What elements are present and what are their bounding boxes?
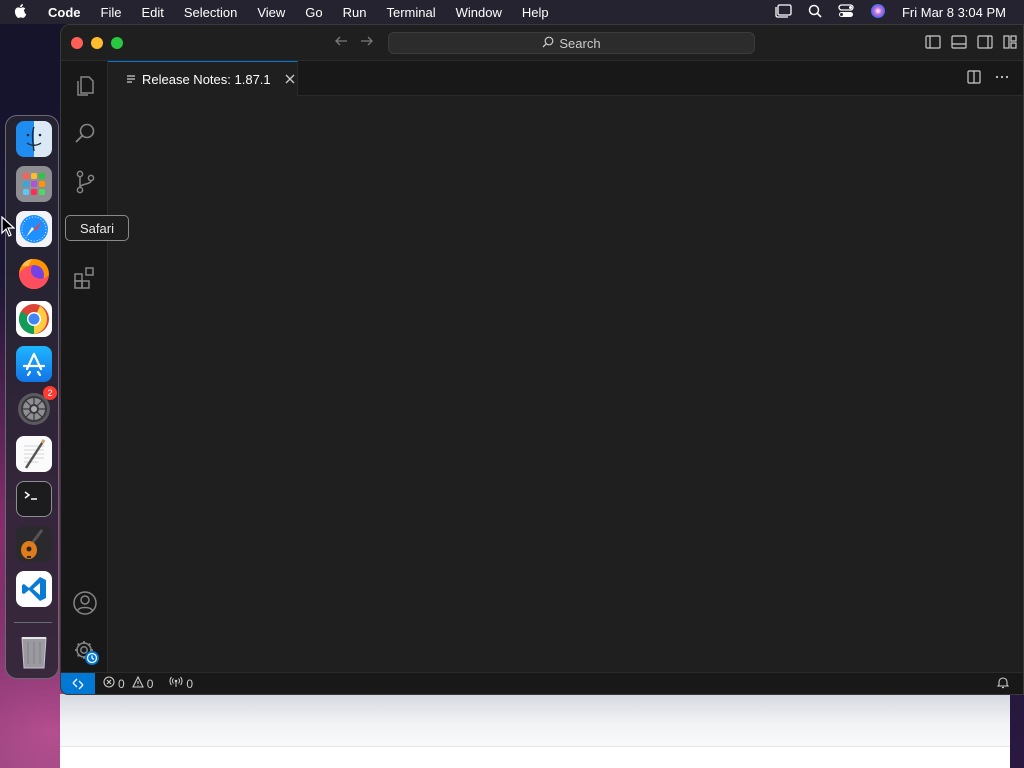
siri-icon[interactable] (870, 3, 886, 22)
dock-textedit-icon[interactable] (16, 436, 52, 472)
preview-file-icon (126, 72, 136, 87)
source-control-icon[interactable] (72, 169, 98, 195)
stage-manager-icon[interactable] (774, 3, 792, 21)
dock-finder-icon[interactable] (16, 121, 52, 157)
menu-window[interactable]: Window (446, 0, 512, 24)
search-view-icon[interactable] (72, 121, 98, 147)
warning-icon (131, 675, 144, 691)
dock-terminal-icon[interactable] (16, 481, 52, 517)
dock-garageband-icon[interactable] (16, 526, 52, 562)
error-icon (103, 676, 115, 691)
menu-bar: Code File Edit Selection View Go Run Ter… (0, 0, 1024, 24)
menu-go[interactable]: Go (295, 0, 332, 24)
go-forward-icon[interactable] (359, 33, 375, 54)
editor-actions (967, 70, 1009, 87)
menu-edit[interactable]: Edit (131, 0, 173, 24)
dock-launchpad-icon[interactable] (16, 166, 52, 202)
toggle-primary-sidebar-icon[interactable] (925, 35, 941, 49)
ports-indicator[interactable]: 0 (169, 676, 193, 691)
manage-gear-icon[interactable] (72, 638, 99, 665)
error-count: 0 (118, 676, 125, 691)
broadcast-icon (169, 676, 183, 691)
dock-safari-icon[interactable] (16, 211, 52, 247)
notifications-bell-icon[interactable] (996, 676, 1010, 692)
dock-app-store-icon[interactable] (16, 346, 52, 382)
title-bar: Search (61, 25, 1023, 61)
editor-area: Release Notes: 1.87.1 (108, 61, 1023, 672)
dock: 2 (5, 115, 59, 679)
menu-terminal[interactable]: Terminal (377, 0, 446, 24)
dock-trash-icon[interactable] (16, 634, 52, 670)
split-editor-icon[interactable] (967, 70, 981, 87)
menu-file[interactable]: File (91, 0, 132, 24)
menu-selection[interactable]: Selection (174, 0, 247, 24)
close-window-button[interactable] (71, 37, 83, 49)
zoom-window-button[interactable] (111, 37, 123, 49)
dock-system-settings-icon[interactable]: 2 (16, 386, 57, 427)
go-back-icon[interactable] (333, 33, 349, 54)
dock-firefox-icon[interactable] (16, 256, 52, 292)
menu-bar-extras: Fri Mar 8 3:04 PM (774, 3, 1024, 22)
menu-bar-clock[interactable]: Fri Mar 8 3:04 PM (902, 5, 1006, 20)
menu-run[interactable]: Run (333, 0, 377, 24)
settings-notification-badge: 2 (43, 386, 57, 400)
accounts-icon[interactable] (72, 590, 98, 616)
tab-label: Release Notes: 1.87.1 (142, 71, 271, 87)
toggle-panel-icon[interactable] (951, 35, 967, 49)
customize-layout-icon[interactable] (1003, 35, 1017, 49)
warning-count: 0 (146, 676, 154, 691)
tab-release-notes[interactable]: Release Notes: 1.87.1 (108, 61, 298, 96)
problems-indicator[interactable]: 0 0 (103, 675, 154, 691)
spotlight-search-icon[interactable] (808, 4, 822, 21)
menu-app-name[interactable]: Code (38, 0, 91, 24)
menu-help[interactable]: Help (512, 0, 559, 24)
close-tab-icon[interactable] (285, 71, 295, 87)
search-icon (542, 36, 554, 51)
dock-chrome-icon[interactable] (16, 301, 52, 337)
status-bar: 0 0 0 (61, 672, 1023, 694)
editor-tabs-bar: Release Notes: 1.87.1 (108, 61, 1023, 96)
command-center-search[interactable]: Search (388, 32, 755, 54)
apple-logo-icon[interactable] (14, 4, 38, 20)
explorer-icon[interactable] (72, 73, 98, 99)
remote-indicator-icon[interactable] (61, 672, 95, 694)
mouse-cursor-icon (1, 215, 16, 243)
menu-view[interactable]: View (247, 0, 295, 24)
extensions-icon[interactable] (72, 265, 98, 291)
dock-tooltip: Safari (65, 215, 129, 241)
minimize-window-button[interactable] (91, 37, 103, 49)
more-actions-icon[interactable] (995, 70, 1009, 87)
activity-bar (61, 61, 108, 672)
background-window-content (60, 746, 1010, 768)
vscode-window: Search Release Notes: 1.87.1 0 0 0 (60, 24, 1024, 695)
layout-controls (925, 35, 1017, 49)
dock-vscode-icon[interactable] (16, 571, 52, 607)
background-window[interactable] (60, 694, 1010, 768)
toggle-secondary-sidebar-icon[interactable] (977, 35, 993, 49)
command-center-label: Search (559, 35, 601, 51)
control-center-icon[interactable] (838, 3, 854, 21)
ports-count: 0 (186, 676, 194, 691)
dock-separator (14, 622, 52, 623)
